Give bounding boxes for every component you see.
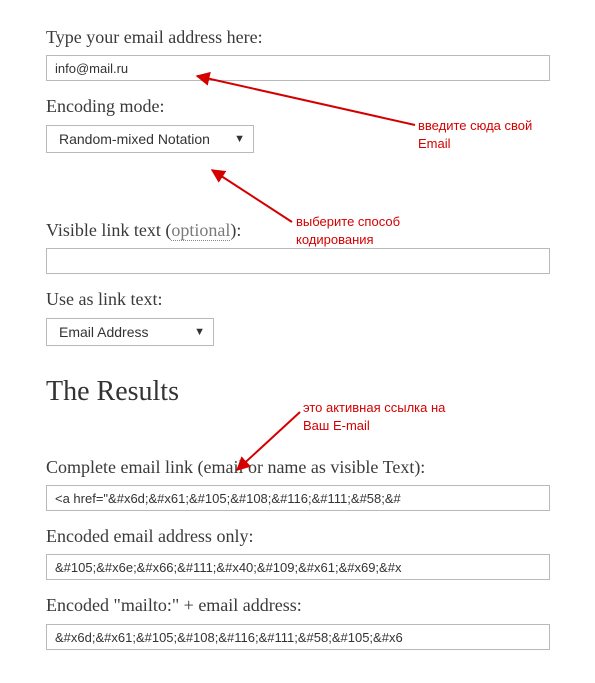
annotation-encoding: выберите способ кодирования (296, 213, 400, 248)
annotation-result-link: это активная ссылка на Ваш E-mail (303, 399, 445, 434)
visible-text-label-pre: Visible link text ( (46, 220, 171, 240)
use-as-select[interactable]: Email Address ▼ (46, 318, 214, 346)
chevron-down-icon: ▼ (234, 133, 245, 145)
encoding-label: Encoding mode: (46, 95, 552, 118)
use-as-selected: Email Address (59, 324, 148, 340)
use-as-label: Use as link text: (46, 288, 552, 311)
complete-link-output[interactable]: <a href="&#x6d;&#x61;&#105;&#108;&#116;&… (46, 485, 550, 511)
visible-text-input[interactable] (46, 248, 550, 274)
encoding-select[interactable]: Random-mixed Notation ▼ (46, 125, 254, 153)
results-heading: The Results (46, 376, 552, 408)
email-label: Type your email address here: (46, 26, 552, 49)
visible-text-label-post: ): (230, 220, 241, 240)
encoding-selected: Random-mixed Notation (59, 131, 210, 147)
visible-text-label-optional: optional (171, 220, 230, 241)
email-input[interactable] (46, 55, 550, 81)
chevron-down-icon: ▼ (194, 326, 205, 338)
encoded-mailto-output[interactable]: &#x6d;&#x61;&#105;&#108;&#116;&#111;&#58… (46, 624, 550, 650)
encoded-mailto-label: Encoded "mailto:" + email address: (46, 594, 552, 617)
annotation-email: введите сюда свой Email (418, 117, 532, 152)
encoded-address-label: Encoded email address only: (46, 525, 552, 548)
complete-link-label: Complete email link (email or name as vi… (46, 456, 552, 479)
encoded-address-output[interactable]: &#105;&#x6e;&#x66;&#111;&#x40;&#109;&#x6… (46, 554, 550, 580)
